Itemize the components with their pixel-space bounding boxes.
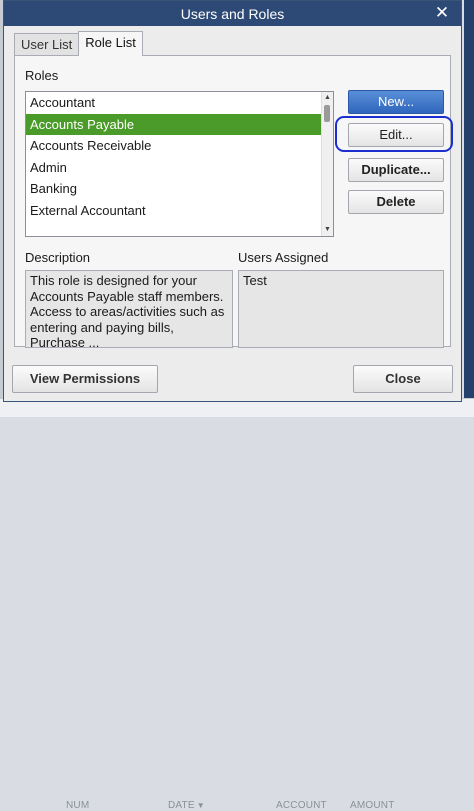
delete-role-button[interactable]: Delete — [348, 190, 444, 214]
tab-strip: User List Role List — [14, 31, 143, 56]
bg-column-num: NUM — [66, 800, 90, 811]
description-label: Description — [25, 250, 91, 265]
edit-role-button[interactable]: Edit... — [348, 123, 444, 147]
role-list-item[interactable]: Accounts Receivable — [26, 135, 333, 157]
duplicate-role-button[interactable]: Duplicate... — [348, 158, 444, 182]
title-bar[interactable]: Users and Roles ✕ — [4, 1, 461, 26]
users-assigned-list[interactable]: Test — [238, 270, 444, 348]
scroll-down-icon[interactable]: ▼ — [322, 224, 333, 236]
tab-user-list-label: User List — [21, 37, 73, 52]
role-list-item[interactable]: Banking — [26, 178, 333, 200]
role-list-item[interactable]: External Accountant — [26, 200, 333, 222]
view-permissions-button[interactable]: View Permissions — [12, 365, 158, 393]
bg-column-date: DATE ▼ — [168, 800, 205, 811]
sort-caret-icon: ▼ — [196, 801, 205, 810]
close-icon[interactable]: ✕ — [433, 4, 451, 22]
roles-list-items: Accountant Accounts Payable Accounts Recei… — [26, 92, 333, 221]
tab-user-list[interactable]: User List — [14, 33, 80, 56]
role-list-item[interactable]: Accounts Payable — [26, 113, 333, 135]
close-button[interactable]: Close — [353, 365, 453, 393]
bg-column-date-label: DATE — [168, 800, 195, 811]
description-text: This role is designed for your Accounts … — [25, 270, 233, 348]
role-list-item[interactable]: Accountant — [26, 92, 333, 114]
roles-listbox[interactable]: Accountant Accounts Payable Accounts Recei… — [25, 91, 334, 237]
users-and-roles-dialog: Users and Roles ✕ User List Role List Ro… — [3, 0, 462, 402]
roles-label: Roles — [25, 68, 59, 83]
new-role-button[interactable]: New... — [348, 90, 444, 114]
users-assigned-label: Users Assigned — [238, 250, 329, 265]
scroll-thumb[interactable] — [324, 105, 330, 122]
bg-column-account: ACCOUNT — [276, 800, 327, 811]
tab-role-list-label: Role List — [85, 35, 136, 50]
roles-scrollbar[interactable]: ▲ ▼ — [321, 92, 333, 236]
role-list-panel: Roles Accountant Accounts Payable Accounts… — [14, 55, 451, 348]
window-title: Users and Roles — [180, 5, 285, 22]
bg-column-amount: AMOUNT — [350, 800, 395, 811]
tab-role-list[interactable]: Role List — [78, 31, 143, 56]
background-app-sidebar — [464, 0, 474, 416]
role-list-item[interactable]: Admin — [26, 157, 333, 179]
scroll-up-icon[interactable]: ▲ — [322, 92, 333, 104]
